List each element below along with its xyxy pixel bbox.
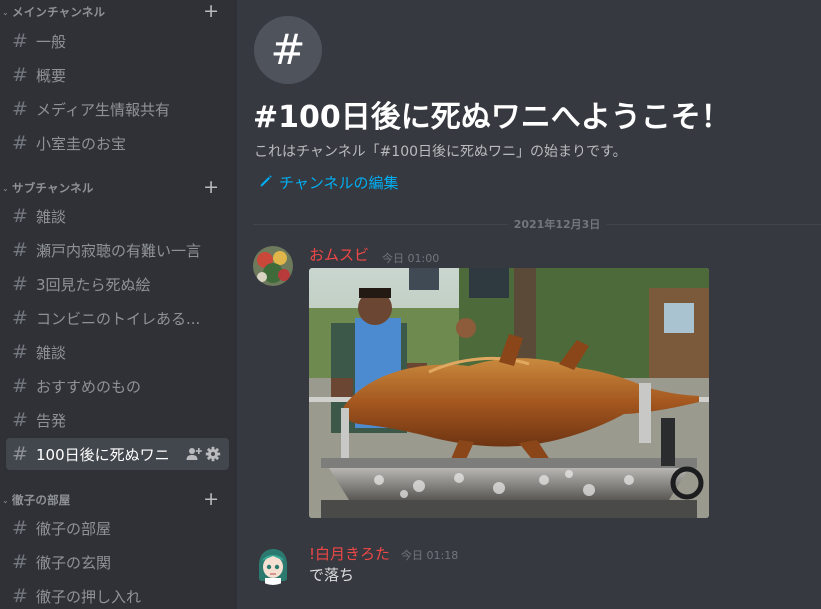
channel-item[interactable]: # 一般 xyxy=(6,25,229,57)
message-author[interactable]: おムスビ xyxy=(309,244,369,265)
channel-item[interactable]: # 雑談 xyxy=(6,336,229,368)
channel-label: おすすめのもの xyxy=(36,377,142,396)
hash-icon: # xyxy=(12,205,28,227)
welcome-subtitle: これはチャンネル「#100日後に死ぬワニ」の始まりです。 xyxy=(254,144,627,160)
category-sub[interactable]: ⌄ サブチャンネル + xyxy=(0,176,237,200)
channel-label: 瀬戸内寂聴の有難い一言 xyxy=(36,241,202,260)
message-timestamp: 今日 01:18 xyxy=(401,549,459,562)
hash-icon: # xyxy=(12,273,28,295)
category-main[interactable]: ⌄ メインチャンネル + xyxy=(0,0,237,24)
hash-icon: # xyxy=(12,98,28,120)
hash-icon: # xyxy=(12,375,28,397)
message-timestamp: 今日 01:00 xyxy=(382,252,440,265)
channel-item[interactable]: # 徹子の押し入れ xyxy=(6,580,229,609)
channel-label: コンビニのトイレある... xyxy=(36,309,201,328)
channel-item[interactable]: # 概要 xyxy=(6,59,229,91)
channel-label: 一般 xyxy=(36,32,67,51)
edit-channel-label: チャンネルの編集 xyxy=(279,174,399,192)
add-channel-icon[interactable]: + xyxy=(203,488,219,510)
channel-label: 徹子の部屋 xyxy=(36,519,112,538)
channel-label: 小室圭のお宝 xyxy=(36,134,127,153)
image-attachment[interactable] xyxy=(309,268,709,518)
channel-label: 徹子の押し入れ xyxy=(36,587,142,606)
hash-glyph: # xyxy=(270,25,306,74)
avatar[interactable] xyxy=(253,545,293,585)
channel-item[interactable]: # メディア生情報共有 xyxy=(6,93,229,125)
add-channel-icon[interactable]: + xyxy=(203,176,219,198)
channel-item[interactable]: # 徹子の玄関 xyxy=(6,546,229,578)
hash-icon: # xyxy=(12,307,28,329)
channel-label: 雑談 xyxy=(36,207,67,226)
hash-icon: # xyxy=(12,443,28,465)
channel-label: 100日後に死ぬワニ xyxy=(36,445,170,464)
add-channel-icon[interactable]: + xyxy=(203,0,219,22)
channel-label: 雑談 xyxy=(36,343,67,362)
channel-item-selected[interactable]: # 100日後に死ぬワニ xyxy=(6,438,229,470)
chevron-down-icon: ⌄ xyxy=(2,183,9,193)
channel-item[interactable]: # 小室圭のお宝 xyxy=(6,127,229,159)
chevron-down-icon: ⌄ xyxy=(2,7,9,17)
hash-icon: # xyxy=(12,585,28,607)
welcome-title: #100日後に死ぬワニへようこそ！ xyxy=(253,100,731,135)
hash-icon: # xyxy=(12,409,28,431)
hash-icon: # xyxy=(12,64,28,86)
edit-channel-button[interactable]: チャンネルの編集 xyxy=(259,172,399,193)
channel-hash-icon: # xyxy=(254,16,322,84)
channel-label: メディア生情報共有 xyxy=(36,100,170,119)
chevron-down-icon: ⌄ xyxy=(2,495,9,505)
category-tetsuko[interactable]: ⌄ 徹子の部屋 + xyxy=(0,488,237,512)
channel-item[interactable]: # おすすめのもの xyxy=(6,370,229,402)
gear-icon[interactable] xyxy=(205,446,221,462)
hash-icon: # xyxy=(12,239,28,261)
channel-item[interactable]: # コンビニのトイレある... xyxy=(6,302,229,334)
hash-icon: # xyxy=(12,551,28,573)
pencil-icon xyxy=(259,174,273,192)
channel-label: 概要 xyxy=(36,66,67,85)
channel-sidebar: ⌄ メインチャンネル + # 一般 # 概要 # メディア生情報共有 # 小室圭… xyxy=(0,0,237,609)
channel-label: 3回見たら死ぬ絵 xyxy=(36,275,151,294)
category-label: サブチャンネル xyxy=(12,181,94,195)
chat-area: # #100日後に死ぬワニへようこそ！ これはチャンネル「#100日後に死ぬワニ… xyxy=(237,0,821,609)
channel-item[interactable]: # 3回見たら死ぬ絵 xyxy=(6,268,229,300)
channel-item[interactable]: # 雑談 xyxy=(6,200,229,232)
channel-item[interactable]: # 徹子の部屋 xyxy=(6,512,229,544)
avatar[interactable] xyxy=(253,246,293,286)
message-author[interactable]: !白月きろた xyxy=(309,543,390,564)
hash-icon: # xyxy=(12,517,28,539)
category-label: 徹子の部屋 xyxy=(12,493,71,507)
hash-icon: # xyxy=(12,341,28,363)
hash-icon: # xyxy=(12,132,28,154)
category-label: メインチャンネル xyxy=(12,5,106,19)
date-divider: 2021年12月3日 xyxy=(507,216,607,232)
channel-label: 告発 xyxy=(36,411,67,430)
channel-item[interactable]: # 瀬戸内寂聴の有難い一言 xyxy=(6,234,229,266)
message-text: で落ち xyxy=(309,566,355,584)
channel-label: 徹子の玄関 xyxy=(36,553,112,572)
hash-icon: # xyxy=(12,30,28,52)
channel-item[interactable]: # 告発 xyxy=(6,404,229,436)
invite-member-icon[interactable] xyxy=(186,446,202,462)
